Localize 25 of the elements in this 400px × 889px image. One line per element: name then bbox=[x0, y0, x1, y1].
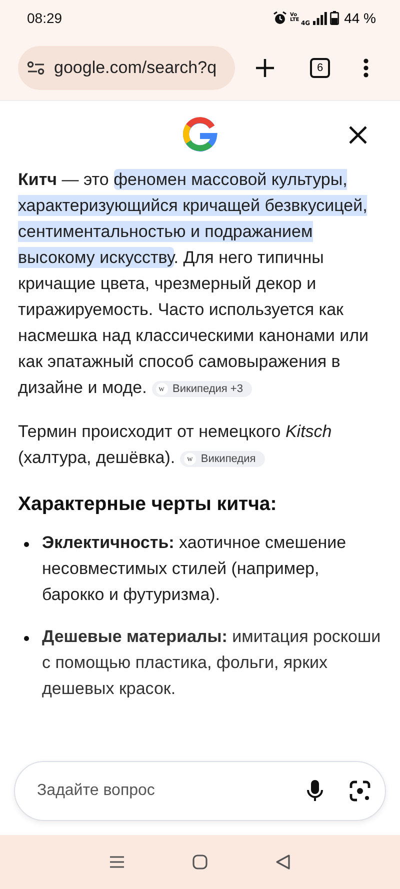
close-icon[interactable] bbox=[348, 125, 368, 145]
alarm-icon bbox=[272, 11, 287, 25]
address-bar[interactable]: google.com/search?q bbox=[18, 46, 235, 90]
back-icon[interactable] bbox=[275, 854, 292, 870]
feature-text: Эклектичность: хаотичное смешение несовместимых стилей (например, барокко и футуризма). bbox=[42, 532, 348, 606]
section-heading: Характерные черты китча: bbox=[18, 493, 278, 516]
site-settings-icon[interactable] bbox=[27, 61, 45, 75]
source-chip[interactable]: w Википедия bbox=[180, 450, 265, 467]
source-chip[interactable]: w Википедия +3 bbox=[152, 380, 252, 397]
etymology-paragraph: Термин происходит от немецкого Kitsch (халтура, дешёвка). w Википедия bbox=[18, 421, 333, 469]
signal-icon bbox=[313, 12, 328, 24]
definition-paragraph: Китч — это феномен массовой культуры, характеризующийся кричащей безвкусицей, сентиментальностью и подражанием высокому искусству. Для него типичны кричащие цвета, чрезмерный декор и тиражируемость. Часто используется как насмешка над классическими канонами или как эпатажный способ самовыражения в дизайне и моде. w Википедия +3 bbox=[18, 168, 370, 399]
ask-field[interactable]: Задайте вопрос bbox=[35, 781, 281, 801]
recent-apps-icon[interactable] bbox=[108, 855, 125, 869]
home-icon[interactable] bbox=[192, 854, 208, 870]
feature-text: Дешевые материалы: имитация роскоши с помощью пластика, фольги, ярких дешевых красок. bbox=[42, 626, 382, 700]
tab-count-button[interactable]: 6 bbox=[310, 58, 330, 78]
battery-icon bbox=[330, 11, 340, 25]
google-logo-icon bbox=[182, 116, 218, 152]
battery-level: 44 % bbox=[344, 10, 376, 26]
more-options-icon[interactable] bbox=[363, 58, 369, 78]
lens-icon[interactable] bbox=[349, 780, 371, 802]
clock: 08:29 bbox=[27, 10, 62, 26]
microphone-icon[interactable] bbox=[307, 780, 323, 802]
new-tab-icon[interactable] bbox=[255, 58, 275, 78]
